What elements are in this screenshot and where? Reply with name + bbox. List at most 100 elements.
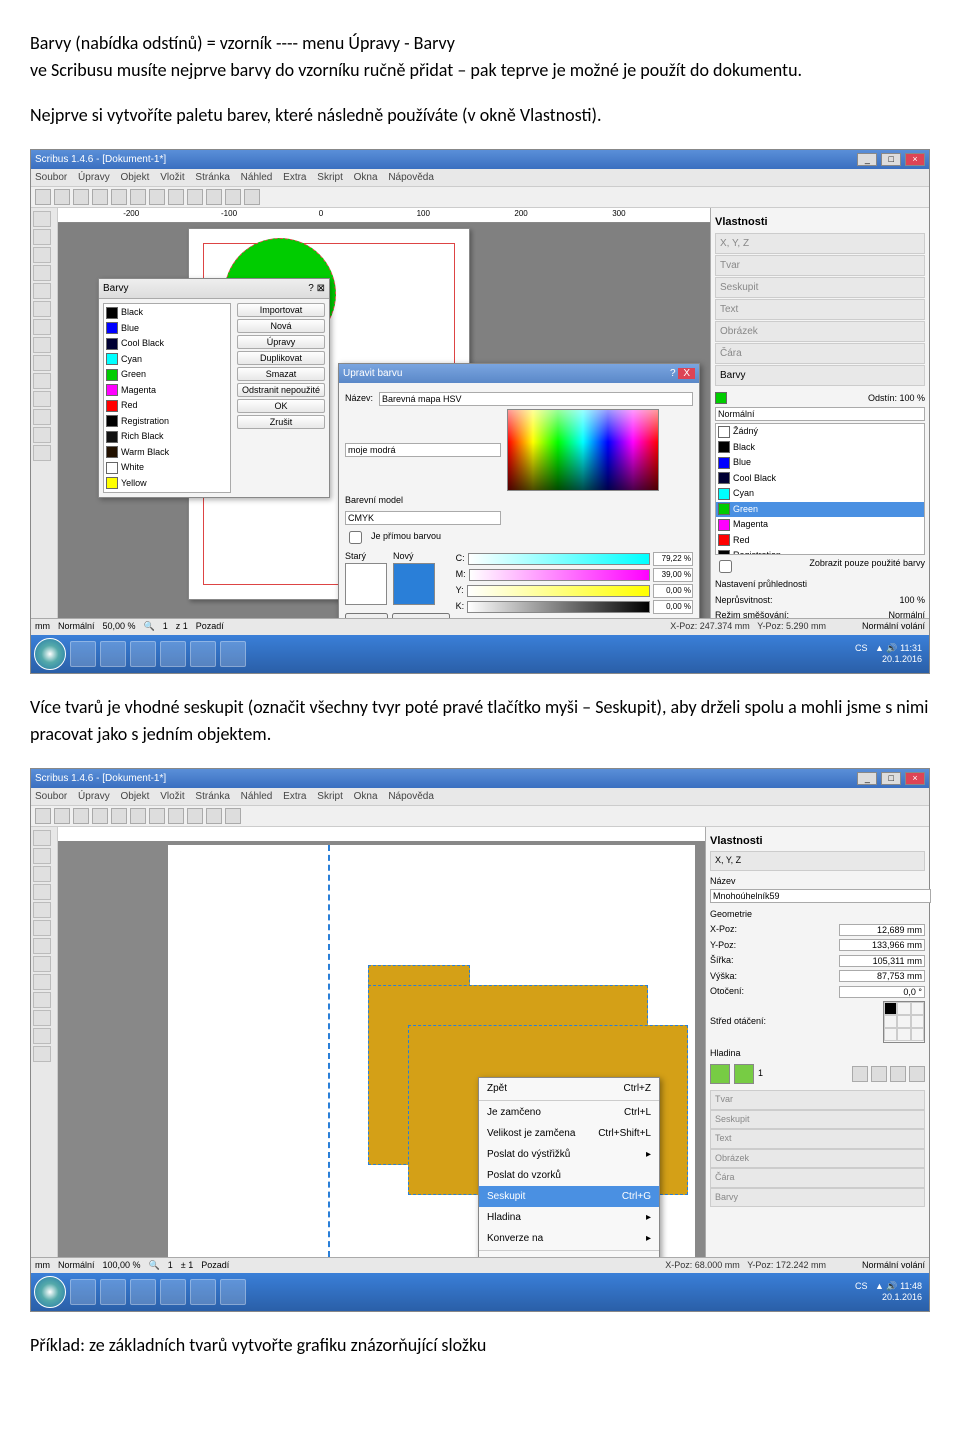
start-button[interactable]	[34, 1276, 66, 1308]
zoom-tool-icon[interactable]	[33, 391, 51, 407]
canvas[interactable]: -200 -100 0 100 200 300 Barvy ? ⊠ BlackB…	[58, 208, 710, 618]
toolbar-icon[interactable]	[54, 808, 70, 824]
remove-unused-button[interactable]: Odstranit nepoužité	[237, 383, 325, 397]
c-value[interactable]: 79,22 %	[653, 552, 693, 566]
color-list-item[interactable]: Blue	[716, 455, 924, 471]
scribus-icon[interactable]	[220, 1279, 246, 1305]
toolbar-icon[interactable]	[54, 189, 70, 205]
text-frame-tool-icon[interactable]	[33, 848, 51, 864]
section-group[interactable]: Seskupit	[715, 277, 925, 298]
xpos-input[interactable]	[839, 924, 925, 936]
toolbar-icon[interactable]	[168, 808, 184, 824]
lang-indicator[interactable]: CS	[855, 1281, 868, 1291]
toolbar-icon[interactable]	[187, 189, 203, 205]
section-text[interactable]: Text	[710, 1129, 925, 1149]
cancel-button[interactable]: Zrušit	[392, 613, 449, 618]
bezier-tool-icon[interactable]	[33, 956, 51, 972]
toolbar-icon[interactable]	[244, 189, 260, 205]
line-tool-icon[interactable]	[33, 938, 51, 954]
text-frame-tool-icon[interactable]	[33, 229, 51, 245]
section-shape[interactable]: Tvar	[715, 255, 925, 276]
scribus-icon[interactable]	[220, 641, 246, 667]
rotation-input[interactable]	[839, 986, 925, 998]
delete-button[interactable]: Smazat	[237, 367, 325, 381]
publisher-icon[interactable]	[160, 1279, 186, 1305]
color-list-item[interactable]: Cyan	[716, 486, 924, 502]
m-slider[interactable]	[469, 569, 650, 581]
word-icon[interactable]	[190, 641, 216, 667]
select-tool-icon[interactable]	[33, 830, 51, 846]
menu-item[interactable]: Extra	[283, 791, 306, 802]
menu-item[interactable]: Skript	[317, 791, 343, 802]
height-input[interactable]	[839, 970, 925, 982]
image-frame-tool-icon[interactable]	[33, 866, 51, 882]
ie-icon[interactable]	[70, 641, 96, 667]
duplicate-button[interactable]: Duplikovat	[237, 351, 325, 365]
flip-v-icon[interactable]	[871, 1066, 887, 1082]
table-tool-icon[interactable]	[33, 884, 51, 900]
color-list-item[interactable]: Black	[716, 440, 924, 456]
zoom-mode[interactable]: Normální	[58, 620, 95, 634]
toolbar-icon[interactable]	[35, 808, 51, 824]
level-up-icon[interactable]	[710, 1064, 730, 1084]
c-slider[interactable]	[468, 553, 650, 565]
color-list-item[interactable]: Cool Black	[105, 336, 229, 352]
section-image[interactable]: Obrázek	[715, 321, 925, 342]
zoom-pct[interactable]: 100,00 %	[103, 1259, 141, 1273]
menu-item[interactable]: Stránka	[195, 172, 229, 183]
cancel-button[interactable]: Zrušit	[237, 415, 325, 429]
color-list-item[interactable]: Registration	[716, 548, 924, 555]
menu-scrapbook[interactable]: Poslat do výstřižků▸	[479, 1144, 659, 1165]
fill-mode-select[interactable]	[715, 407, 925, 421]
lock-icon[interactable]	[890, 1066, 906, 1082]
menu-group[interactable]: SeskupitCtrl+G	[479, 1186, 659, 1207]
y-slider[interactable]	[467, 585, 650, 597]
select-tool-icon[interactable]	[33, 211, 51, 227]
page-number[interactable]: 1	[168, 1259, 173, 1273]
menu-item[interactable]: Stránka	[195, 791, 229, 802]
ok-button[interactable]: OK	[237, 399, 325, 413]
color-list-item[interactable]: Red	[716, 533, 924, 549]
eyedropper-tool-icon[interactable]	[33, 427, 51, 443]
menu-item[interactable]: Okna	[354, 791, 378, 802]
toolbar-icon[interactable]	[35, 189, 51, 205]
explorer-icon[interactable]	[100, 1279, 126, 1305]
section-group[interactable]: Seskupit	[710, 1110, 925, 1130]
section-text[interactable]: Text	[715, 299, 925, 320]
spot-color-checkbox[interactable]	[349, 531, 362, 544]
section-shape[interactable]: Tvar	[710, 1090, 925, 1110]
maximize-button[interactable]: □	[881, 772, 901, 785]
section-colors[interactable]: Barvy	[715, 365, 925, 386]
lang-indicator[interactable]: CS	[855, 643, 868, 653]
section-line[interactable]: Čára	[715, 343, 925, 364]
bezier-tool-icon[interactable]	[33, 337, 51, 353]
color-list-item[interactable]: Blue	[105, 321, 229, 337]
menu-item[interactable]: Objekt	[121, 791, 150, 802]
fill-swatch[interactable]	[715, 392, 727, 404]
shape-tool-icon[interactable]	[33, 902, 51, 918]
toolbar-icon[interactable]	[187, 808, 203, 824]
toolbar-icon[interactable]	[206, 808, 222, 824]
toolbar-icon[interactable]	[149, 808, 165, 824]
menu-item[interactable]: Náhled	[241, 172, 273, 183]
help-icon[interactable]: ?	[308, 283, 314, 294]
toolbar-icon[interactable]	[111, 189, 127, 205]
color-list-item[interactable]: Cool Black	[716, 471, 924, 487]
toolbar-icon[interactable]	[149, 189, 165, 205]
section-line[interactable]: Čára	[710, 1168, 925, 1188]
image-frame-tool-icon[interactable]	[33, 247, 51, 263]
minimize-button[interactable]: _	[857, 153, 877, 166]
unit-display[interactable]: mm	[35, 1259, 50, 1273]
color-list-item[interactable]: Žádný	[716, 424, 924, 440]
polygon-tool-icon[interactable]	[33, 301, 51, 317]
ok-button[interactable]: OK	[345, 613, 388, 618]
k-value[interactable]: 0,00 %	[653, 600, 693, 614]
close-icon[interactable]: ⊠	[317, 283, 325, 294]
zoom-mode[interactable]: Normální	[58, 1259, 95, 1273]
menu-item[interactable]: Skript	[317, 172, 343, 183]
width-input[interactable]	[839, 955, 925, 967]
polygon-tool-icon[interactable]	[33, 920, 51, 936]
menu-item[interactable]: Extra	[283, 172, 306, 183]
publisher-icon[interactable]	[160, 641, 186, 667]
toolbar-icon[interactable]	[206, 189, 222, 205]
